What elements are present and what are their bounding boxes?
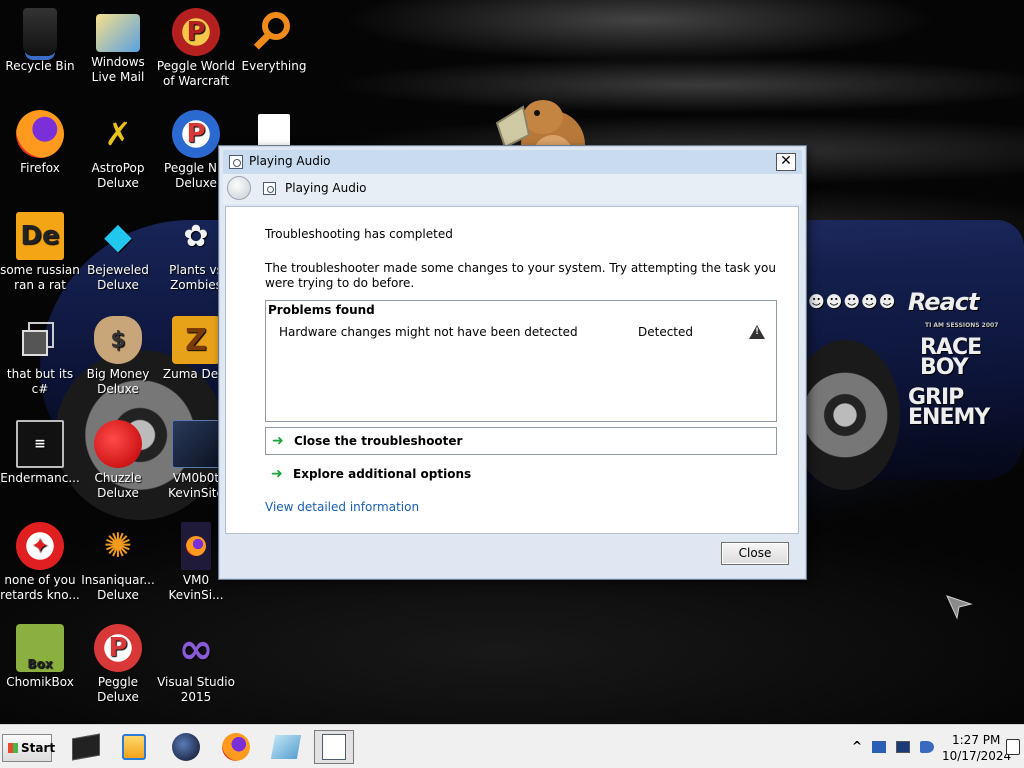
firefox-file-icon: [181, 522, 211, 570]
notification-icon[interactable]: [1006, 739, 1020, 755]
problem-row[interactable]: Hardware changes might not have been det…: [266, 325, 776, 343]
mouse-cursor-icon: [946, 595, 973, 620]
desktop-icon-peggle-deluxe[interactable]: P Peggle Deluxe: [78, 624, 158, 705]
view-detailed-information-link[interactable]: View detailed information: [265, 500, 419, 514]
volume-tray-icon[interactable]: [920, 741, 934, 753]
mail-icon: [96, 14, 140, 52]
astropop-icon: ✗: [104, 114, 132, 153]
green-arrow-icon: ➜: [271, 466, 283, 482]
clock-date[interactable]: 10/17/2024: [942, 749, 1011, 763]
desktop-icon-big-money[interactable]: $ Big Money Deluxe: [78, 316, 158, 397]
tray-expand-chevron[interactable]: ^: [852, 739, 862, 753]
taskbar-item-troubleshooter[interactable]: [314, 730, 354, 764]
wallpaper-raceboy-decal: RACE BOY: [920, 335, 982, 380]
zuma-icon: Z: [172, 316, 220, 364]
desktop-icon-recycle-bin[interactable]: Recycle Bin: [0, 8, 80, 74]
terminal-icon: ≡: [16, 420, 64, 468]
problem-text: Hardware changes might not have been det…: [279, 325, 578, 339]
desktop-icon-chomikbox[interactable]: Box ChomikBox: [0, 624, 80, 690]
dialog-title: Playing Audio: [249, 154, 331, 168]
globe-icon: [172, 733, 200, 761]
firefox-icon: [222, 733, 250, 761]
desktop-icon-astropop[interactable]: ✗ AstroPop Deluxe: [78, 110, 158, 191]
desktop-icon-some-russian[interactable]: De some russian ran a rat: [0, 212, 80, 293]
desktop-icon-firefox[interactable]: Firefox: [0, 110, 80, 176]
wallpaper-react-decal: React: [908, 288, 979, 316]
troubleshooter-icon: [263, 182, 276, 195]
wallpaper-gripenemy-decal: GRIP ENEMY: [908, 385, 990, 430]
desktop-icon-chuzzle[interactable]: Chuzzle Deluxe: [78, 420, 158, 501]
troubleshooter-icon: [322, 734, 346, 760]
desktop-icon-visual-studio[interactable]: ∞ Visual Studio 2015: [156, 624, 236, 705]
recycle-bin-icon: [23, 8, 57, 56]
taskbar-item-firefox[interactable]: [216, 730, 256, 764]
dialog-navbar: Playing Audio: [223, 174, 802, 204]
windows-stack-icon: [16, 316, 64, 364]
dialog-titlebar[interactable]: Playing Audio ✕: [223, 150, 802, 174]
media-player-icon: [122, 734, 146, 760]
close-window-button[interactable]: ✕: [776, 153, 796, 171]
de-app-icon: De: [16, 212, 64, 260]
fish-icon: ✺: [103, 525, 133, 566]
desktop-icon-insaniquarium[interactable]: ✺ Insaniquar... Deluxe: [78, 522, 158, 603]
system-tray: ^ 1:27 PM 10/17/2024: [846, 729, 1024, 765]
nav-title: Playing Audio: [285, 181, 367, 195]
green-arrow-icon: ➜: [272, 433, 284, 449]
terminal-icon: [72, 733, 100, 761]
wallpaper-react-sub-decal: TI AM SESSIONS 2007: [925, 322, 999, 329]
taskbar: Start ^ 1:27 PM 10/17/2024: [0, 724, 1024, 768]
close-button[interactable]: Close: [721, 542, 789, 565]
warning-icon: [749, 325, 765, 339]
notepad-icon: [270, 735, 302, 759]
desktop-icon-peggle-wow[interactable]: P Peggle World of Warcraft ...: [156, 8, 236, 91]
taskbar-item-globe[interactable]: [166, 730, 206, 764]
peggle-icon: P: [172, 8, 220, 56]
problems-header: Problems found: [268, 303, 375, 317]
visual-studio-icon: ∞: [178, 623, 214, 673]
clock-time[interactable]: 1:27 PM: [952, 733, 1000, 747]
display-tray-icon[interactable]: [896, 741, 910, 753]
problems-found-panel: Problems found Hardware changes might no…: [265, 300, 777, 422]
desktop-icon-none-of-you[interactable]: ✦ none of you retards kno...: [0, 522, 80, 603]
completion-heading: Troubleshooting has completed: [265, 227, 453, 241]
vm-icon: [172, 420, 220, 468]
network-tray-icon[interactable]: [872, 741, 886, 753]
dragon-icon: ✦: [16, 522, 64, 570]
close-troubleshooter-command[interactable]: ➜ Close the troubleshooter: [265, 427, 777, 455]
wallpaper-faces-decal: ☻☻☻☻☻: [808, 292, 897, 311]
peggle-icon: P: [94, 624, 142, 672]
chomikbox-icon: Box: [16, 624, 64, 672]
troubleshooter-icon: [229, 155, 243, 169]
explore-options-command[interactable]: ➜ Explore additional options: [265, 461, 777, 489]
taskbar-item-notepad[interactable]: [266, 730, 306, 764]
desktop-icon-bejeweled[interactable]: ◆ Bejeweled Deluxe: [78, 212, 158, 293]
troubleshooter-dialog: Playing Audio ✕ Playing Audio Troublesho…: [218, 145, 807, 580]
taskbar-item-media-player[interactable]: [114, 730, 154, 764]
peggle-icon: P: [172, 110, 220, 158]
taskbar-item-cmd[interactable]: [66, 730, 106, 764]
desktop-icon-windows-live-mail[interactable]: Windows Live Mail: [78, 8, 158, 85]
start-button[interactable]: Start: [2, 734, 55, 762]
chuzzle-icon: [94, 420, 142, 468]
desktop-icon-that-but-its-csharp[interactable]: that but its c#: [0, 316, 80, 397]
windows-flag-icon: [8, 743, 18, 753]
search-icon: [250, 8, 298, 56]
back-button[interactable]: [227, 176, 251, 200]
plant-icon: ✿: [183, 218, 209, 254]
dialog-content: Troubleshooting has completed The troubl…: [225, 206, 799, 534]
completion-description: The troubleshooter made some changes to …: [265, 261, 776, 290]
desktop-icon-endermanc[interactable]: ≡ Endermanc...: [0, 420, 80, 486]
money-bag-icon: $: [94, 316, 142, 364]
desktop-icon-everything[interactable]: Everything: [234, 8, 314, 74]
gem-icon: ◆: [104, 215, 132, 257]
problem-status: Detected: [638, 325, 694, 339]
firefox-icon: [16, 110, 64, 158]
document-icon: [258, 114, 290, 148]
